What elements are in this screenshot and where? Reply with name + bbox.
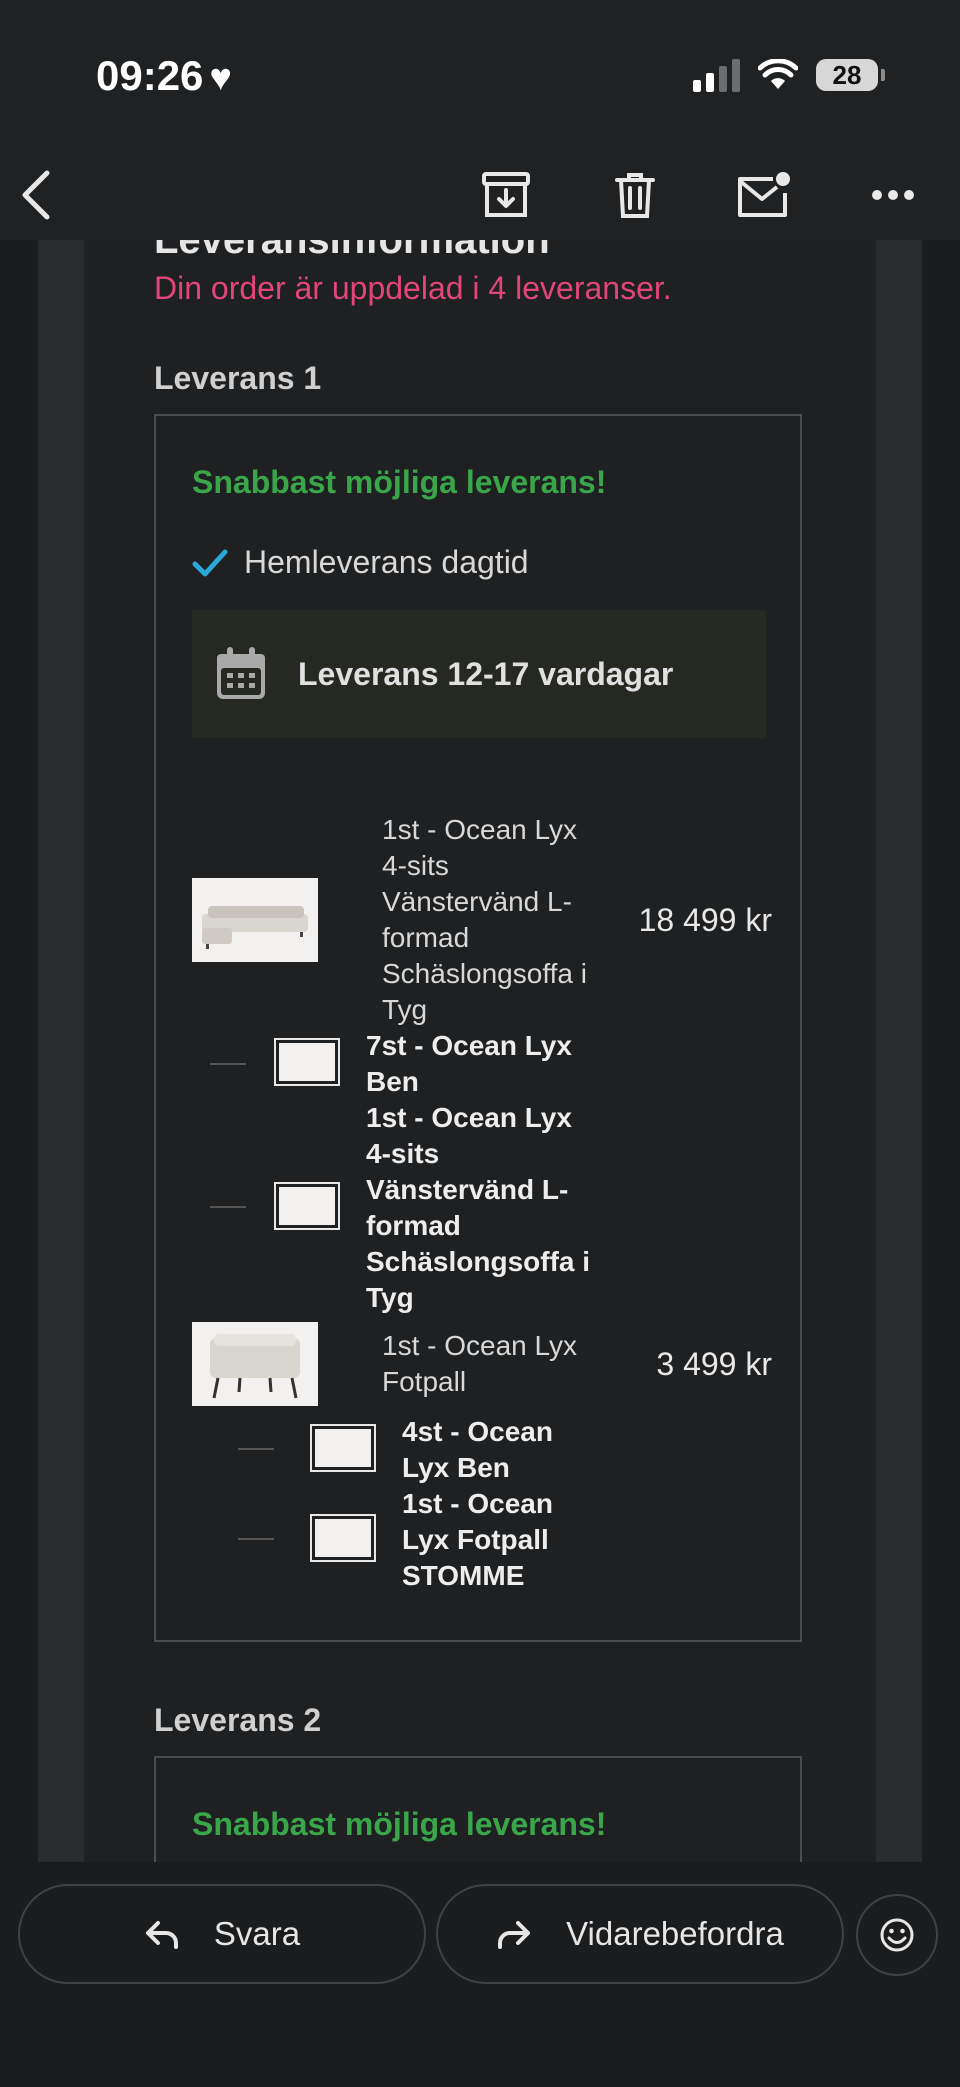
sub-item-thumbnail[interactable] <box>310 1514 376 1562</box>
sub-item-dash <box>238 1448 274 1450</box>
mail-unread-icon <box>738 172 790 217</box>
delivery-2-box: Snabbast möjliga leverans! <box>154 1756 802 1862</box>
reply-icon <box>145 1921 178 1949</box>
archive-icon <box>482 172 530 217</box>
sofa-thumbnail <box>202 906 308 949</box>
delete-button[interactable] <box>602 162 668 228</box>
sub-item-name: 1st - Ocean Lyx 4-sits Vänstervänd L-for… <box>366 1102 591 1313</box>
signal-icon <box>693 58 740 92</box>
delivery-1-heading: Leverans 1 <box>154 360 322 396</box>
status-bar: 09:26 ♥ 28 <box>0 0 960 150</box>
more-button[interactable] <box>860 162 926 228</box>
sub-item-thumbnail[interactable] <box>310 1424 376 1472</box>
back-button[interactable] <box>4 162 70 228</box>
forward-button[interactable]: Vidarebefordra <box>436 1884 844 1984</box>
sub-item-thumbnail[interactable] <box>274 1182 340 1230</box>
emoji-reaction-button[interactable] <box>856 1894 938 1976</box>
sub-item-dash <box>210 1063 246 1065</box>
fastest-delivery-label: Snabbast möjliga leverans! <box>192 1806 607 1842</box>
trash-icon <box>615 173 655 218</box>
delivery-1-box: Snabbast möjliga leverans! Hemleverans d… <box>154 414 802 1642</box>
product-image-footstool[interactable] <box>192 1322 318 1406</box>
eta-text: Leverans 12-17 vardagar <box>298 655 674 692</box>
split-order-notice: Din order är uppdelad i 4 leveranser. <box>154 270 672 306</box>
status-time: 09:26 ♥ <box>96 52 232 100</box>
forward-label: Vidarebefordra <box>566 1915 784 1952</box>
forward-icon <box>498 1921 531 1949</box>
sub-item-dash <box>238 1538 274 1540</box>
product-price: 18 499 kr <box>638 902 772 938</box>
product-name: 1st - Ocean Lyx 4-sits Vänstervänd L-for… <box>382 814 587 1025</box>
delivery-2-heading: Leverans 2 <box>154 1702 322 1738</box>
calendar-icon <box>217 647 265 699</box>
reply-label: Svara <box>213 1915 301 1952</box>
clock: 09:26 <box>96 52 204 99</box>
mark-unread-button[interactable] <box>731 162 797 228</box>
section-title: Leveransinformation <box>154 240 550 262</box>
sub-item-name: 1st - Ocean Lyx Fotpall STOMME <box>402 1488 553 1591</box>
chevron-left-icon <box>22 170 50 220</box>
wifi-icon <box>758 59 798 89</box>
delivery-option: Hemleverans dagtid <box>192 544 529 581</box>
sub-item-thumbnail[interactable] <box>274 1038 340 1086</box>
battery-indicator: 28 <box>816 59 885 91</box>
product-name: 1st - Ocean Lyx Fotpall <box>382 1330 578 1397</box>
more-icon <box>872 190 914 200</box>
sub-item-dash <box>210 1206 246 1208</box>
bottom-action-bar: Svara Vidarebefordra <box>0 1862 960 2087</box>
email-body: Leveransinformation Din order är uppdela… <box>38 240 922 1862</box>
delivery-info-card: Leveransinformation Din order är uppdela… <box>84 240 876 1862</box>
delivery-eta: Leverans 12-17 vardagar <box>192 610 766 738</box>
product-image-sofa[interactable] <box>192 878 318 962</box>
archive-button[interactable] <box>473 162 539 228</box>
fastest-delivery-label: Snabbast möjliga leverans! <box>192 464 607 500</box>
smiley-icon <box>880 1918 914 1952</box>
product-price: 3 499 kr <box>656 1346 772 1382</box>
status-icons: 28 <box>693 58 885 92</box>
delivery-option-label: Hemleverans dagtid <box>244 544 529 580</box>
checkmark-icon <box>192 549 228 576</box>
sub-item-name: 7st - Ocean Lyx Ben <box>366 1030 572 1097</box>
footstool-thumbnail <box>210 1334 300 1399</box>
reply-button[interactable]: Svara <box>18 1884 426 1984</box>
heart-icon: ♥ <box>209 57 232 99</box>
mail-toolbar <box>0 150 960 240</box>
sub-item-name: 4st - Ocean Lyx Ben <box>402 1416 553 1483</box>
battery-level: 28 <box>832 59 862 90</box>
